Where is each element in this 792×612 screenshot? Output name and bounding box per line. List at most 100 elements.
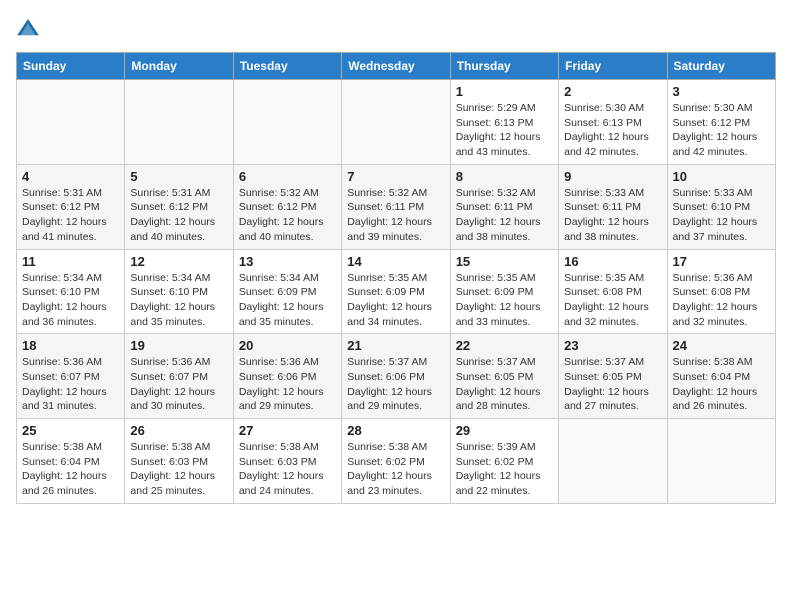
day-number: 8 [456,169,553,184]
weekday-header-tuesday: Tuesday [233,53,341,80]
calendar-cell: 1 Sunrise: 5:29 AM Sunset: 6:13 PM Daylig… [450,80,558,165]
weekday-header-row: SundayMondayTuesdayWednesdayThursdayFrid… [17,53,776,80]
calendar-cell: 16 Sunrise: 5:35 AM Sunset: 6:08 PM Dayli… [559,249,667,334]
day-number: 6 [239,169,336,184]
weekday-header-saturday: Saturday [667,53,775,80]
day-number: 25 [22,423,119,438]
calendar-cell: 9 Sunrise: 5:33 AM Sunset: 6:11 PM Daylig… [559,164,667,249]
logo [16,16,44,40]
day-info: Sunrise: 5:37 AM Sunset: 6:05 PM Dayligh… [564,355,661,414]
day-number: 19 [130,338,227,353]
calendar-week-row: 1 Sunrise: 5:29 AM Sunset: 6:13 PM Daylig… [17,80,776,165]
day-number: 10 [673,169,770,184]
day-number: 11 [22,254,119,269]
day-info: Sunrise: 5:38 AM Sunset: 6:04 PM Dayligh… [22,440,119,499]
day-info: Sunrise: 5:38 AM Sunset: 6:03 PM Dayligh… [239,440,336,499]
calendar-cell [667,419,775,504]
calendar-week-row: 11 Sunrise: 5:34 AM Sunset: 6:10 PM Dayli… [17,249,776,334]
day-info: Sunrise: 5:36 AM Sunset: 6:07 PM Dayligh… [22,355,119,414]
day-info: Sunrise: 5:36 AM Sunset: 6:07 PM Dayligh… [130,355,227,414]
calendar-cell: 24 Sunrise: 5:38 AM Sunset: 6:04 PM Dayli… [667,334,775,419]
day-info: Sunrise: 5:33 AM Sunset: 6:10 PM Dayligh… [673,186,770,245]
weekday-header-monday: Monday [125,53,233,80]
calendar-cell: 23 Sunrise: 5:37 AM Sunset: 6:05 PM Dayli… [559,334,667,419]
day-number: 7 [347,169,444,184]
day-number: 22 [456,338,553,353]
calendar-body: 1 Sunrise: 5:29 AM Sunset: 6:13 PM Daylig… [17,80,776,504]
calendar-cell: 22 Sunrise: 5:37 AM Sunset: 6:05 PM Dayli… [450,334,558,419]
calendar-cell [233,80,341,165]
day-info: Sunrise: 5:34 AM Sunset: 6:09 PM Dayligh… [239,271,336,330]
calendar-cell: 25 Sunrise: 5:38 AM Sunset: 6:04 PM Dayli… [17,419,125,504]
weekday-header-wednesday: Wednesday [342,53,450,80]
day-number: 9 [564,169,661,184]
day-info: Sunrise: 5:36 AM Sunset: 6:08 PM Dayligh… [673,271,770,330]
day-number: 28 [347,423,444,438]
weekday-header-sunday: Sunday [17,53,125,80]
day-info: Sunrise: 5:34 AM Sunset: 6:10 PM Dayligh… [22,271,119,330]
calendar-cell [559,419,667,504]
day-info: Sunrise: 5:36 AM Sunset: 6:06 PM Dayligh… [239,355,336,414]
day-info: Sunrise: 5:34 AM Sunset: 6:10 PM Dayligh… [130,271,227,330]
day-number: 23 [564,338,661,353]
day-number: 14 [347,254,444,269]
calendar-cell: 18 Sunrise: 5:36 AM Sunset: 6:07 PM Dayli… [17,334,125,419]
day-info: Sunrise: 5:30 AM Sunset: 6:12 PM Dayligh… [673,101,770,160]
calendar-cell: 26 Sunrise: 5:38 AM Sunset: 6:03 PM Dayli… [125,419,233,504]
calendar-week-row: 25 Sunrise: 5:38 AM Sunset: 6:04 PM Dayli… [17,419,776,504]
calendar-cell: 11 Sunrise: 5:34 AM Sunset: 6:10 PM Dayli… [17,249,125,334]
day-number: 2 [564,84,661,99]
day-number: 4 [22,169,119,184]
day-info: Sunrise: 5:39 AM Sunset: 6:02 PM Dayligh… [456,440,553,499]
calendar-cell: 6 Sunrise: 5:32 AM Sunset: 6:12 PM Daylig… [233,164,341,249]
calendar-cell: 2 Sunrise: 5:30 AM Sunset: 6:13 PM Daylig… [559,80,667,165]
day-number: 29 [456,423,553,438]
calendar-cell: 10 Sunrise: 5:33 AM Sunset: 6:10 PM Dayli… [667,164,775,249]
day-number: 15 [456,254,553,269]
calendar-cell: 4 Sunrise: 5:31 AM Sunset: 6:12 PM Daylig… [17,164,125,249]
day-info: Sunrise: 5:35 AM Sunset: 6:08 PM Dayligh… [564,271,661,330]
calendar-cell: 21Sunrise: 5:37 AM Sunset: 6:06 PM Dayli… [342,334,450,419]
calendar-cell [125,80,233,165]
calendar-table: SundayMondayTuesdayWednesdayThursdayFrid… [16,52,776,504]
day-number: 5 [130,169,227,184]
calendar-cell: 28 Sunrise: 5:38 AM Sunset: 6:02 PM Dayli… [342,419,450,504]
day-info: Sunrise: 5:33 AM Sunset: 6:11 PM Dayligh… [564,186,661,245]
day-info: Sunrise: 5:38 AM Sunset: 6:02 PM Dayligh… [347,440,444,499]
day-number: 18 [22,338,119,353]
calendar-cell: 27Sunrise: 5:38 AM Sunset: 6:03 PM Dayli… [233,419,341,504]
day-number: 24 [673,338,770,353]
day-number: 13 [239,254,336,269]
calendar-cell: 14 Sunrise: 5:35 AM Sunset: 6:09 PM Dayli… [342,249,450,334]
calendar-header: SundayMondayTuesdayWednesdayThursdayFrid… [17,53,776,80]
day-info: Sunrise: 5:32 AM Sunset: 6:12 PM Dayligh… [239,186,336,245]
day-info: Sunrise: 5:35 AM Sunset: 6:09 PM Dayligh… [347,271,444,330]
day-number: 3 [673,84,770,99]
day-info: Sunrise: 5:30 AM Sunset: 6:13 PM Dayligh… [564,101,661,160]
day-info: Sunrise: 5:29 AM Sunset: 6:13 PM Dayligh… [456,101,553,160]
page-header [16,16,776,40]
day-info: Sunrise: 5:32 AM Sunset: 6:11 PM Dayligh… [347,186,444,245]
calendar-cell: 15Sunrise: 5:35 AM Sunset: 6:09 PM Dayli… [450,249,558,334]
calendar-cell: 7 Sunrise: 5:32 AM Sunset: 6:11 PM Daylig… [342,164,450,249]
calendar-cell: 8Sunrise: 5:32 AM Sunset: 6:11 PM Daylig… [450,164,558,249]
day-info: Sunrise: 5:38 AM Sunset: 6:04 PM Dayligh… [673,355,770,414]
day-info: Sunrise: 5:31 AM Sunset: 6:12 PM Dayligh… [130,186,227,245]
day-number: 1 [456,84,553,99]
calendar-cell: 29 Sunrise: 5:39 AM Sunset: 6:02 PM Dayli… [450,419,558,504]
calendar-week-row: 4 Sunrise: 5:31 AM Sunset: 6:12 PM Daylig… [17,164,776,249]
day-number: 26 [130,423,227,438]
day-number: 17 [673,254,770,269]
day-info: Sunrise: 5:38 AM Sunset: 6:03 PM Dayligh… [130,440,227,499]
day-info: Sunrise: 5:31 AM Sunset: 6:12 PM Dayligh… [22,186,119,245]
calendar-cell: 19 Sunrise: 5:36 AM Sunset: 6:07 PM Dayli… [125,334,233,419]
generalblue-logo-icon [16,16,40,40]
calendar-cell [17,80,125,165]
calendar-cell: 12Sunrise: 5:34 AM Sunset: 6:10 PM Dayli… [125,249,233,334]
day-info: Sunrise: 5:37 AM Sunset: 6:05 PM Dayligh… [456,355,553,414]
calendar-cell: 17 Sunrise: 5:36 AM Sunset: 6:08 PM Dayli… [667,249,775,334]
day-info: Sunrise: 5:37 AM Sunset: 6:06 PM Dayligh… [347,355,444,414]
day-number: 16 [564,254,661,269]
calendar-cell: 20Sunrise: 5:36 AM Sunset: 6:06 PM Dayli… [233,334,341,419]
calendar-cell: 3 Sunrise: 5:30 AM Sunset: 6:12 PM Daylig… [667,80,775,165]
